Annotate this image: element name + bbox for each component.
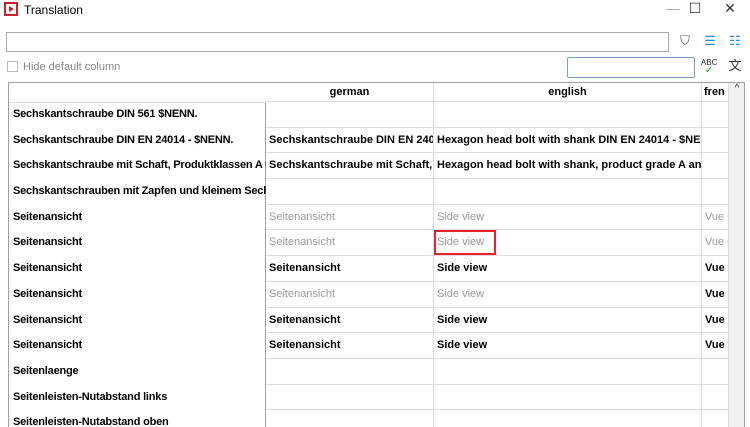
french-cell[interactable] — [702, 179, 729, 205]
key-cell[interactable]: Seitenansicht — [9, 308, 266, 334]
table-row[interactable]: Seitenleisten-Nutabstand oben — [9, 410, 729, 427]
french-cell[interactable] — [702, 410, 729, 427]
hide-default-checkbox[interactable] — [7, 61, 18, 72]
translate-icon[interactable]: 文 — [727, 59, 743, 75]
english-cell[interactable]: Hexagon head bolt with shank, product gr… — [434, 153, 702, 180]
key-cell[interactable]: Seitenleisten-Nutabstand links — [9, 385, 266, 411]
table-row[interactable]: Seitenlaenge — [9, 358, 729, 385]
table-row[interactable]: Sechskantschraube DIN EN 24014 - $NENN. S… — [9, 127, 729, 154]
french-cell[interactable] — [702, 358, 729, 385]
english-cell[interactable]: Side view — [434, 281, 702, 308]
french-cell[interactable]: Vue d — [702, 204, 729, 231]
table-body: Sechskantschraube DIN 561 $NENN. Sechskan… — [9, 102, 729, 427]
german-cell[interactable]: Seitenansicht — [266, 307, 434, 334]
key-cell[interactable]: Seitenleisten-Nutabstand oben — [9, 410, 266, 427]
german-cell[interactable]: Seitenansicht — [266, 204, 434, 231]
french-cell[interactable] — [702, 127, 729, 154]
vertical-scrollbar[interactable]: ^ — [729, 83, 744, 427]
english-cell[interactable]: Hexagon head bolt with shank DIN EN 2401… — [434, 127, 702, 154]
french-cell[interactable]: Vue d — [702, 281, 729, 308]
key-cell[interactable]: Seitenlaenge — [9, 359, 266, 385]
french-cell[interactable] — [702, 384, 729, 411]
column-header-german[interactable]: german — [266, 83, 434, 102]
german-cell[interactable]: Seitenansicht — [266, 256, 434, 282]
table-header: german english fren — [266, 83, 729, 102]
column-header-french[interactable]: fren — [702, 83, 729, 102]
table-row[interactable]: Sechskantschraube DIN 561 $NENN. — [9, 102, 729, 128]
english-cell[interactable] — [434, 102, 702, 128]
english-cell[interactable]: Side view — [434, 307, 702, 334]
french-cell[interactable]: Vue d — [702, 307, 729, 334]
key-cell[interactable]: Seitenansicht — [9, 230, 266, 256]
selected-cell-text[interactable]: Side view — [434, 230, 497, 256]
key-cell[interactable]: Seitenansicht — [9, 333, 266, 359]
german-cell[interactable] — [266, 102, 434, 128]
key-cell[interactable]: Sechskantschraube DIN 561 $NENN. — [9, 102, 266, 128]
column-header-english[interactable]: english — [434, 83, 702, 102]
lookup-input[interactable] — [567, 57, 695, 78]
key-cell[interactable]: Seitenansicht — [9, 282, 266, 308]
key-cell[interactable]: Seitenansicht — [9, 256, 266, 282]
german-cell[interactable]: Sechskantschraube mit Schaft, Pr... — [266, 153, 434, 180]
german-cell[interactable]: Sechskantschraube DIN EN 24014 ... — [266, 127, 434, 154]
maximize-button[interactable]: ☐ — [680, 0, 710, 18]
spellcheck-icon[interactable]: ABC ✓ — [701, 59, 717, 76]
german-cell[interactable] — [266, 384, 434, 411]
english-cell[interactable] — [434, 179, 702, 205]
german-cell[interactable]: Seitenansicht — [266, 230, 434, 257]
translation-table: german english fren Sechskantschraube DI… — [8, 82, 745, 427]
german-cell[interactable] — [266, 358, 434, 385]
key-cell[interactable]: Sechskantschraube DIN EN 24014 - $NENN. — [9, 128, 266, 154]
search-input[interactable] — [6, 32, 669, 52]
hide-default-label: Hide default column — [23, 61, 121, 73]
table-row[interactable]: Seitenleisten-Nutabstand links — [9, 384, 729, 411]
table-row[interactable]: SeitenansichtSeitenansichtSide viewVue d — [9, 204, 729, 231]
table-row[interactable]: SeitenansichtSeitenansichtSide viewVue d — [9, 256, 729, 282]
french-cell[interactable]: Vue d — [702, 256, 729, 282]
french-cell[interactable] — [702, 153, 729, 180]
table-row[interactable]: Sechskantschraube mit Schaft, Produktkla… — [9, 153, 729, 180]
english-cell[interactable] — [434, 410, 702, 427]
english-cell[interactable] — [434, 358, 702, 385]
filter-icon[interactable]: ⛉ — [677, 34, 693, 50]
list-icon[interactable]: ☰ — [702, 34, 718, 50]
english-cell[interactable] — [434, 384, 702, 411]
table-row[interactable]: Sechskantschrauben mit Zapfen und kleine… — [9, 179, 729, 205]
key-cell[interactable]: Sechskantschrauben mit Zapfen und kleine… — [9, 179, 266, 205]
english-cell[interactable]: Side view — [434, 333, 702, 359]
close-button[interactable]: ✕ — [715, 0, 745, 18]
list-detail-icon[interactable]: ☷ — [727, 34, 743, 50]
french-cell[interactable]: Vue d — [702, 333, 729, 359]
table-row[interactable]: SeitenansichtSeitenansichtSide viewVue d — [9, 307, 729, 334]
table-row[interactable]: SeitenansichtSeitenansichtSide viewVue d — [9, 281, 729, 308]
app-icon — [4, 2, 18, 16]
german-cell[interactable] — [266, 179, 434, 205]
english-cell[interactable]: Side view — [434, 256, 702, 282]
english-cell[interactable]: Side view — [434, 204, 702, 231]
table-row[interactable]: SeitenansichtSeitenansichtSide viewVue d — [9, 230, 729, 257]
english-cell[interactable]: Side view — [434, 230, 702, 257]
german-cell[interactable] — [266, 410, 434, 427]
german-cell[interactable]: Seitenansicht — [266, 333, 434, 359]
key-cell[interactable]: Seitenansicht — [9, 205, 266, 231]
german-cell[interactable]: Seitenansicht — [266, 281, 434, 308]
window-title: Translation — [24, 3, 83, 17]
french-cell[interactable] — [702, 102, 729, 128]
scroll-up-icon[interactable]: ^ — [729, 83, 744, 94]
table-row[interactable]: SeitenansichtSeitenansichtSide viewVue d — [9, 333, 729, 359]
key-cell[interactable]: Sechskantschraube mit Schaft, Produktkla… — [9, 153, 266, 179]
french-cell[interactable]: Vue d — [702, 230, 729, 257]
